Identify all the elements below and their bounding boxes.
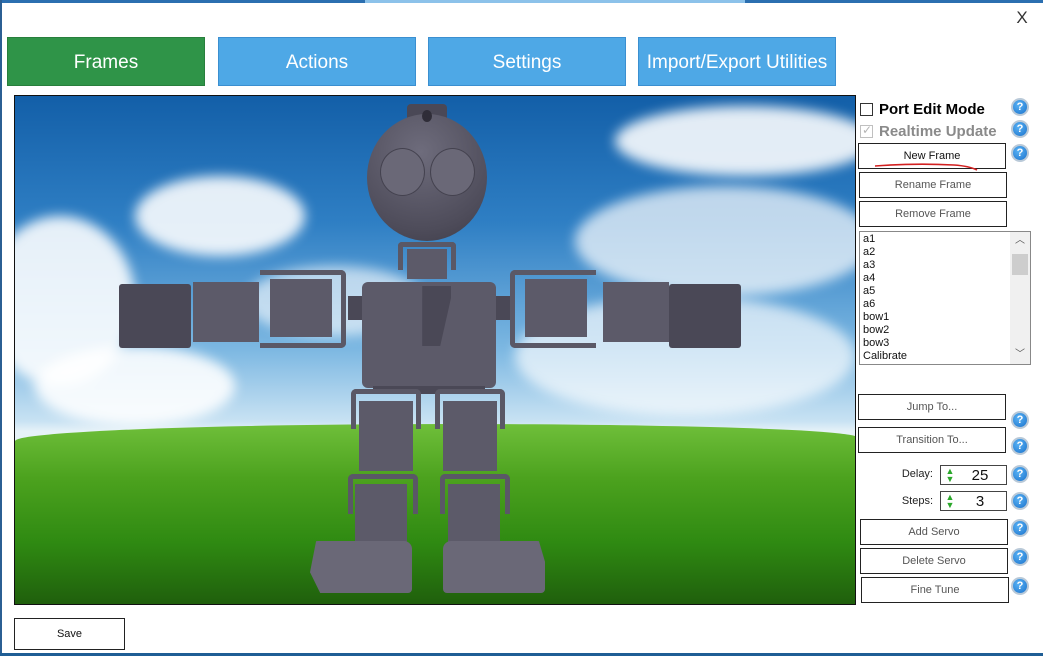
frame-list-item[interactable]: a4 (863, 272, 1013, 285)
robot-eye-right (430, 148, 475, 196)
cloud (35, 346, 235, 426)
frame-list-item[interactable]: a2 (863, 246, 1013, 259)
robot-foot-right (443, 541, 545, 593)
parent-window-title-strip (0, 0, 1043, 3)
robot-upper-arm-right (525, 279, 587, 337)
frame-list-item[interactable]: a5 (863, 285, 1013, 298)
save-button[interactable]: Save (14, 618, 125, 650)
rename-frame-button[interactable]: Rename Frame (859, 172, 1007, 198)
robot-thigh-right (443, 401, 497, 471)
steps-label: Steps: (901, 495, 933, 507)
robot-shoulder-right (496, 296, 510, 320)
help-icon[interactable]: ? (1011, 144, 1029, 162)
steps-stepper[interactable]: ▲ ▼ (940, 491, 1007, 511)
robot-shin-right (448, 484, 500, 544)
robot-eye-left (380, 148, 425, 196)
robot-head-hole (422, 110, 432, 122)
realtime-update-checkbox-row: Realtime Update (860, 123, 997, 140)
delete-servo-button[interactable]: Delete Servo (860, 548, 1008, 574)
cloud (135, 176, 305, 256)
help-icon[interactable]: ? (1011, 519, 1029, 537)
robot-forearm-left (193, 282, 259, 342)
red-annotation-underline (874, 163, 978, 171)
stepper-arrows-icon[interactable]: ▲ ▼ (943, 492, 957, 510)
help-icon[interactable]: ? (1011, 437, 1029, 455)
help-icon[interactable]: ? (1011, 465, 1029, 483)
help-icon[interactable]: ? (1011, 492, 1029, 510)
help-icon[interactable]: ? (1011, 98, 1029, 116)
parent-window-title-highlight (365, 0, 745, 3)
robot-3d-viewport[interactable] (14, 95, 856, 605)
frame-list-item[interactable]: bow1 (863, 311, 1013, 324)
tab-frames[interactable]: Frames (7, 37, 205, 86)
frame-list-item[interactable]: a3 (863, 259, 1013, 272)
scrollbar-thumb[interactable] (1012, 254, 1028, 275)
robot-hand-right (669, 284, 741, 348)
frame-list-item[interactable]: bow3 (863, 337, 1013, 350)
frame-list-item[interactable]: a1 (863, 233, 1013, 246)
stepper-arrows-icon[interactable]: ▲ ▼ (943, 466, 957, 484)
delay-input[interactable] (957, 466, 1003, 484)
jump-to-button[interactable]: Jump To... (858, 394, 1006, 420)
fine-tune-button[interactable]: Fine Tune (861, 577, 1009, 603)
port-edit-mode-checkbox-row[interactable]: Port Edit Mode (860, 101, 985, 118)
steps-input[interactable] (957, 492, 1003, 510)
robot-thigh-left (359, 401, 413, 471)
delay-label: Delay: (901, 468, 933, 480)
window-left-border (0, 0, 2, 656)
robot-upper-arm-left (270, 279, 332, 337)
scroll-up-icon[interactable]: ︿ (1010, 232, 1030, 250)
realtime-update-checkbox (860, 123, 873, 138)
close-button[interactable]: X (1010, 7, 1034, 29)
tab-actions[interactable]: Actions (218, 37, 416, 86)
robot-shoulder-left (348, 296, 362, 320)
help-icon[interactable]: ? (1011, 548, 1029, 566)
port-edit-mode-checkbox[interactable] (860, 103, 873, 116)
cloud (575, 186, 855, 296)
robot-hand-left (119, 284, 191, 348)
tab-import-export-utilities[interactable]: Import/Export Utilities (638, 37, 836, 86)
frames-list: a1 a2 a3 a4 a5 a6 bow1 bow2 bow3 Calibrate (863, 233, 1013, 363)
cloud (615, 106, 855, 176)
tab-settings[interactable]: Settings (428, 37, 626, 86)
frame-list-item[interactable]: Calibrate (863, 350, 1013, 363)
delay-stepper[interactable]: ▲ ▼ (940, 465, 1007, 485)
grass-field (15, 424, 855, 604)
transition-to-button[interactable]: Transition To... (858, 427, 1006, 453)
frame-list-item[interactable]: bow2 (863, 324, 1013, 337)
frames-list-scrollbar[interactable]: ︿ ﹀ (1010, 232, 1030, 364)
robot-foot-left (310, 541, 412, 593)
robot-shin-left (355, 484, 407, 544)
robot-neck-servo (407, 249, 447, 279)
scroll-down-icon[interactable]: ﹀ (1010, 346, 1030, 364)
robot-forearm-right (603, 282, 669, 342)
frames-listbox[interactable]: a1 a2 a3 a4 a5 a6 bow1 bow2 bow3 Calibrate ︿ ﹀ (859, 231, 1031, 365)
realtime-update-label: Realtime Update (879, 123, 997, 140)
add-servo-button[interactable]: Add Servo (860, 519, 1008, 545)
remove-frame-button[interactable]: Remove Frame (859, 201, 1007, 227)
help-icon[interactable]: ? (1011, 577, 1029, 595)
frame-list-item[interactable]: a6 (863, 298, 1013, 311)
port-edit-mode-label: Port Edit Mode (879, 101, 985, 118)
help-icon[interactable]: ? (1011, 120, 1029, 138)
help-icon[interactable]: ? (1011, 411, 1029, 429)
